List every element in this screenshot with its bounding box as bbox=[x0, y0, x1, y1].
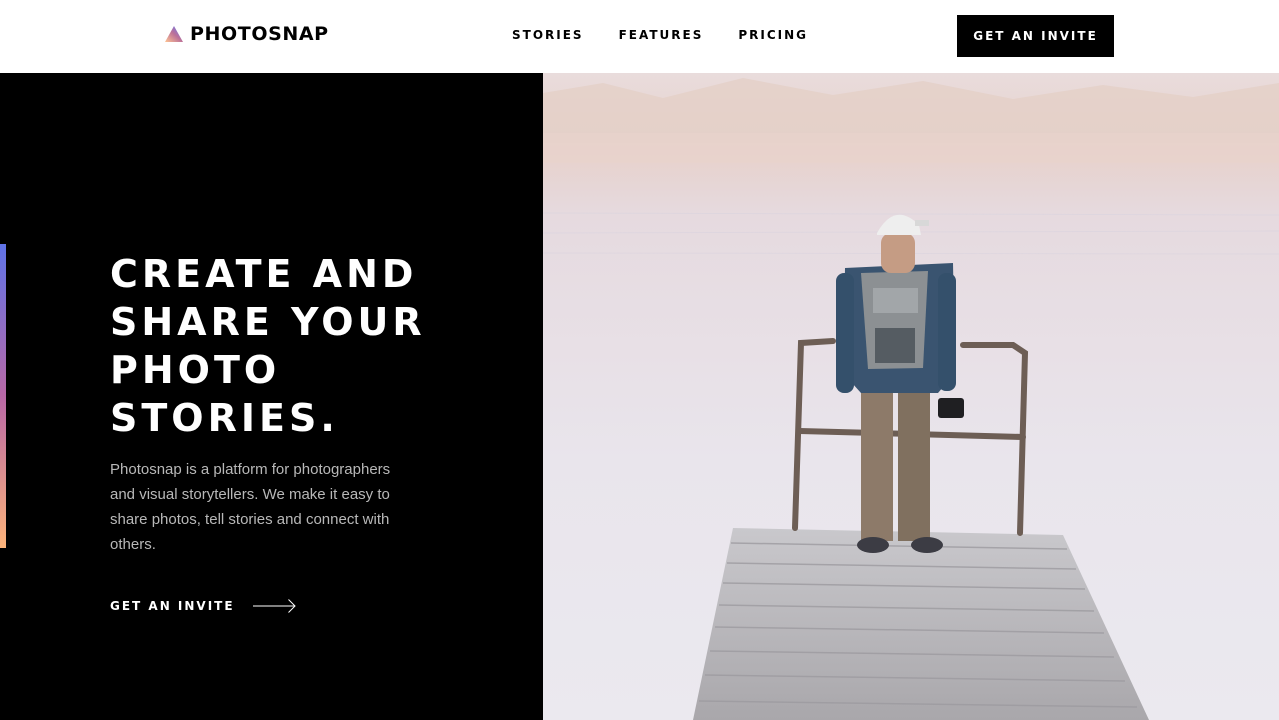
hero-title: CREATE AND SHARE YOUR PHOTO STORIES. bbox=[110, 250, 510, 442]
get-invite-button[interactable]: GET AN INVITE bbox=[957, 15, 1114, 57]
hero-description: Photosnap is a platform for photographer… bbox=[110, 461, 391, 553]
nav-link-pricing[interactable]: PRICING bbox=[738, 28, 808, 42]
nav-link-stories[interactable]: STORIES bbox=[512, 28, 584, 42]
arrow-right-icon bbox=[252, 599, 296, 613]
logo-triangle-icon bbox=[165, 26, 183, 42]
hero-invite-link[interactable]: GET AN INVITE bbox=[110, 599, 296, 613]
accent-gradient-bar bbox=[0, 244, 6, 548]
main-nav: STORIES FEATURES PRICING bbox=[512, 28, 808, 42]
logo[interactable]: PHOTOSNAP bbox=[165, 23, 329, 45]
hero-photo-illustration bbox=[543, 73, 1279, 720]
hero-title-line: CREATE AND bbox=[110, 252, 418, 296]
nav-link-features[interactable]: FEATURES bbox=[619, 28, 704, 42]
hero-image bbox=[543, 73, 1279, 720]
hero-title-line: PHOTO bbox=[110, 348, 281, 392]
brand-name: PHOTOSNAP bbox=[190, 23, 329, 45]
hero-invite-label: GET AN INVITE bbox=[110, 599, 235, 613]
hero-title-line: STORIES. bbox=[110, 396, 339, 440]
site-header: PHOTOSNAP STORIES FEATURES PRICING GET A… bbox=[0, 0, 1279, 73]
hero-panel: CREATE AND SHARE YOUR PHOTO STORIES. Pho… bbox=[0, 73, 543, 720]
hero-title-line: SHARE YOUR bbox=[110, 300, 426, 344]
